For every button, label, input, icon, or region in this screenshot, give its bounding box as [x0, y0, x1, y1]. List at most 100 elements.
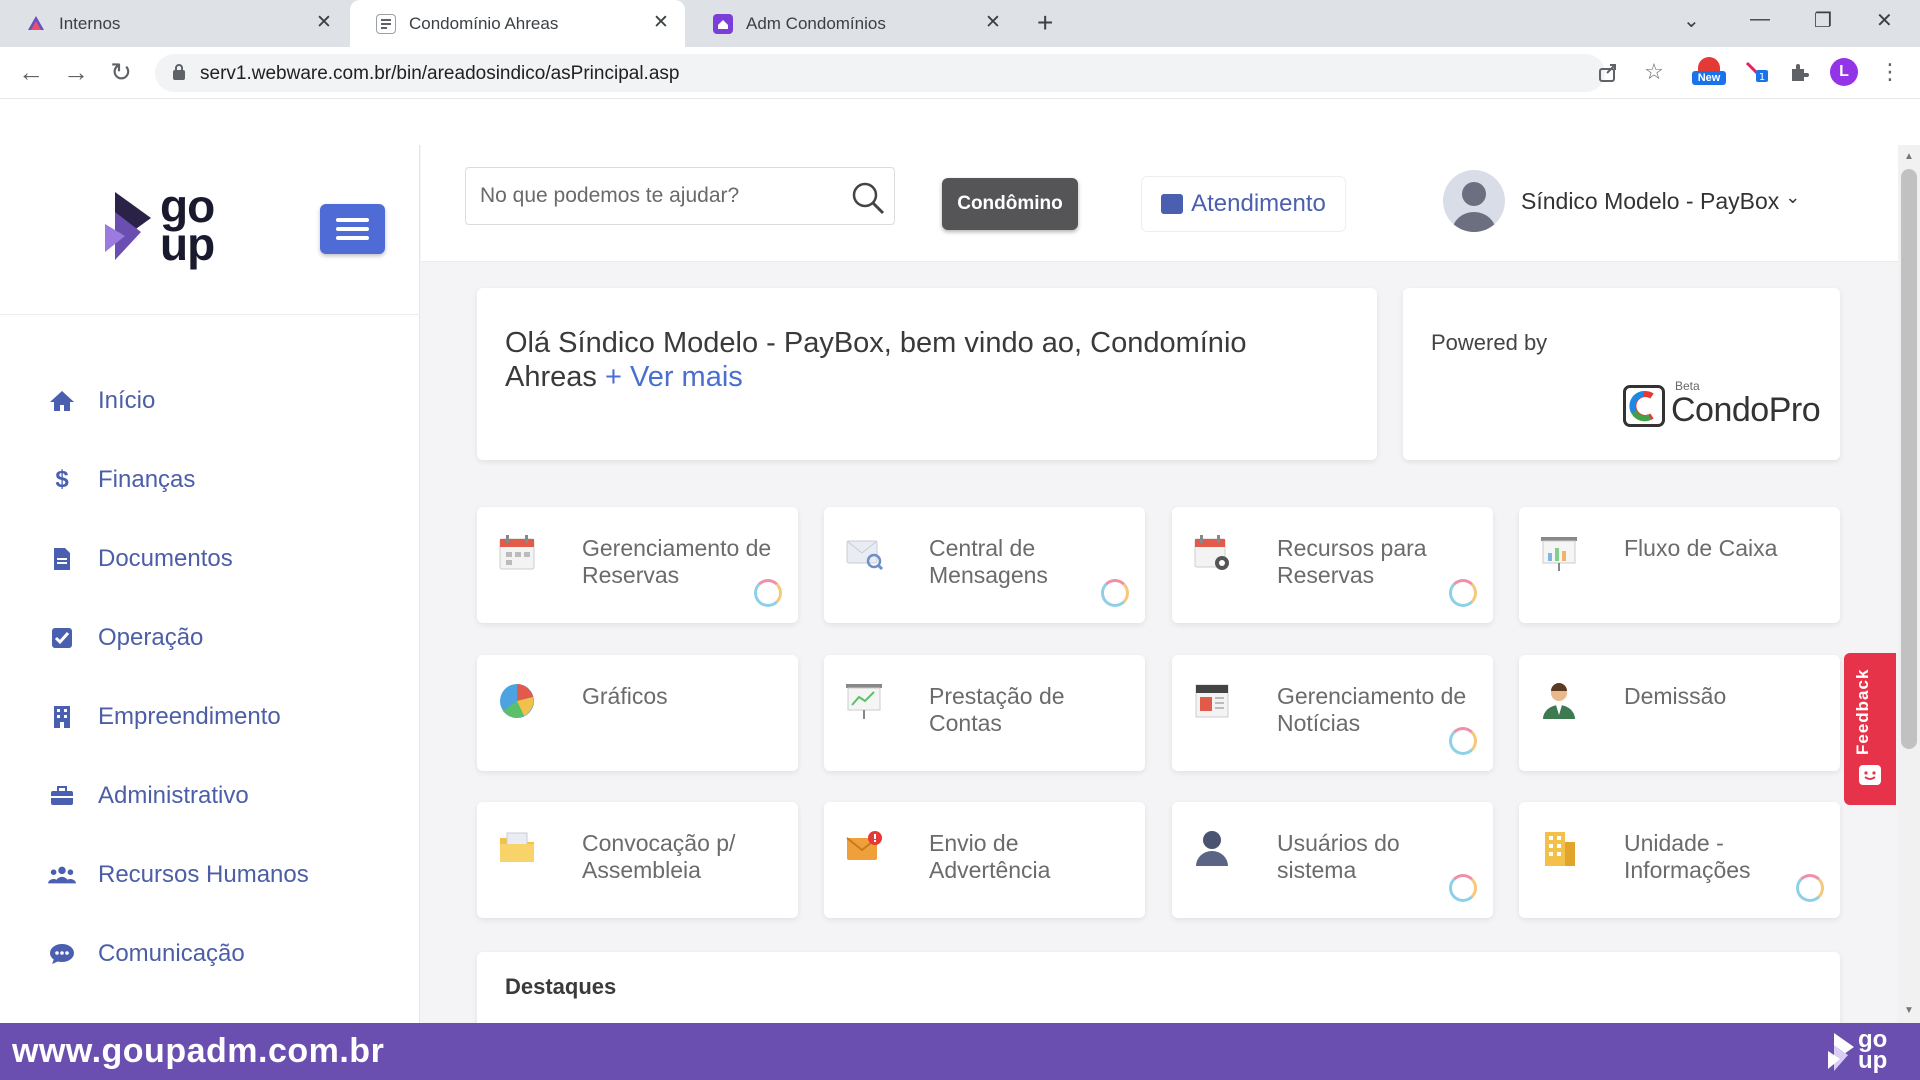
tab-internos[interactable]: Internos ✕: [0, 0, 348, 47]
shortcut-tile[interactable]: Fluxo de Caixa: [1519, 507, 1840, 623]
shortcut-tile[interactable]: Gráficos: [477, 655, 798, 771]
reload-icon[interactable]: ↻: [106, 57, 136, 87]
powered-by-card: Powered by Beta CondoPro: [1403, 288, 1840, 460]
feedback-label: Feedback: [1853, 668, 1872, 755]
document-favicon-icon: [376, 13, 396, 34]
cashflow-icon: [1541, 537, 1577, 571]
loading-spinner-icon: [1449, 727, 1477, 755]
new-tab-icon[interactable]: +: [1037, 9, 1053, 37]
close-tab-icon[interactable]: ✕: [651, 13, 671, 33]
user-name: Síndico Modelo - PayBox: [1521, 187, 1780, 214]
search-box: [465, 167, 895, 225]
logo-text: go up: [160, 183, 215, 267]
chat-icon: [48, 940, 76, 968]
condomino-button[interactable]: Condômino: [942, 178, 1078, 230]
atendimento-label: Atendimento: [1191, 190, 1326, 217]
tab-search-chevron-icon[interactable]: ⌄: [1683, 8, 1700, 33]
destaques-card: Destaques: [477, 952, 1840, 1023]
checkbox-icon: [48, 624, 76, 652]
url-text: serv1.webware.com.br/bin/areadosindico/a…: [200, 63, 680, 84]
sidebar-item-label: Empreendimento: [98, 703, 281, 730]
shortcut-tile[interactable]: Recursos para Reservas: [1172, 507, 1493, 623]
shortcut-tile-label: Gerenciamento de Notícias: [1277, 683, 1467, 736]
dollar-icon: $: [55, 466, 69, 493]
sidebar-item-financas[interactable]: $ Finanças: [48, 460, 195, 500]
extension-new-icon[interactable]: New: [1692, 57, 1726, 86]
logo-area: go up: [0, 145, 420, 315]
user-menu[interactable]: Síndico Modelo - PayBox ⌄: [1443, 169, 1800, 233]
shortcut-tile[interactable]: Usuários do sistema: [1172, 802, 1493, 918]
scroll-thumb[interactable]: [1901, 169, 1917, 749]
shortcut-tile[interactable]: Unidade - Informações: [1519, 802, 1840, 918]
condopro-logo-icon: [1623, 385, 1665, 427]
condopro-logo: Beta CondoPro: [1623, 379, 1821, 427]
shortcut-tile[interactable]: Demissão: [1519, 655, 1840, 771]
search-input[interactable]: [480, 178, 840, 214]
tab-adm-condominios[interactable]: Adm Condomínios ✕: [687, 0, 1017, 47]
hamburger-menu-button[interactable]: [320, 204, 385, 254]
close-window-icon[interactable]: ✕: [1876, 8, 1893, 33]
search-icon[interactable]: [850, 180, 886, 216]
shortcut-tile[interactable]: Envio de Advertência: [824, 802, 1145, 918]
profile-avatar[interactable]: L: [1830, 58, 1858, 86]
sidebar-item-label: Administrativo: [98, 782, 249, 809]
sidebar-item-documentos[interactable]: Documentos: [48, 539, 233, 579]
shortcut-tile-label: Convocação p/ Assembleia: [582, 830, 736, 883]
app-viewport: go up Início $ Finanças Documentos Opera…: [0, 145, 1898, 1023]
sidebar-item-administrativo[interactable]: Administrativo: [48, 776, 249, 816]
scroll-down-icon[interactable]: ▼: [1904, 1005, 1914, 1016]
browser-menu-icon[interactable]: ⋮: [1876, 58, 1904, 86]
sidebar-item-inicio[interactable]: Início: [48, 381, 155, 421]
shortcut-tile-label: Gráficos: [582, 683, 668, 709]
forward-arrow-icon[interactable]: →: [61, 57, 91, 87]
shortcut-tile[interactable]: Gerenciamento de Notícias: [1172, 655, 1493, 771]
shortcut-tile-label: Recursos para Reservas: [1277, 535, 1427, 588]
footer-logo-text: go up: [1858, 1028, 1887, 1073]
hamburger-line: [336, 227, 369, 231]
shortcut-tile[interactable]: Gerenciamento de Reservas: [477, 507, 798, 623]
news-icon: [1195, 684, 1229, 718]
restore-icon[interactable]: ❐: [1814, 8, 1832, 33]
loading-spinner-icon: [1449, 579, 1477, 607]
feedback-button[interactable]: Feedback: [1844, 653, 1896, 805]
extension-translate-icon[interactable]: 1: [1743, 58, 1771, 86]
shortcut-tile-label: Usuários do sistema: [1277, 830, 1400, 883]
bookmark-star-icon[interactable]: ☆: [1640, 58, 1668, 86]
pie-chart-icon: [500, 684, 534, 718]
shortcut-tile[interactable]: Convocação p/ Assembleia: [477, 802, 798, 918]
building-info-icon: [1545, 832, 1575, 866]
minimize-icon[interactable]: —: [1750, 8, 1770, 31]
sidebar-item-operacao[interactable]: Operação: [48, 618, 203, 658]
new-badge: New: [1692, 71, 1726, 85]
goup-logo-icon: [105, 192, 151, 260]
presentation-icon: [846, 684, 882, 719]
share-icon[interactable]: [1594, 58, 1622, 86]
calendar-settings-icon: [1194, 535, 1229, 570]
hamburger-line: [336, 218, 369, 222]
app-header: Condômino Atendimento Síndico Modelo - P…: [421, 145, 1898, 262]
sidebar-item-empreendimento[interactable]: Empreendimento: [48, 697, 281, 737]
footer-url: www.goupadm.com.br: [12, 1032, 385, 1070]
tab-label: Internos: [59, 13, 121, 33]
shortcut-tile-label: Unidade - Informações: [1624, 830, 1751, 883]
page-scrollbar[interactable]: ▲ ▼: [1898, 145, 1920, 1023]
back-arrow-icon[interactable]: ←: [16, 57, 46, 87]
close-tab-icon[interactable]: ✕: [983, 13, 1003, 33]
scroll-up-icon[interactable]: ▲: [1904, 151, 1914, 162]
atendimento-button[interactable]: Atendimento: [1141, 176, 1346, 232]
shortcut-tile[interactable]: Central de Mensagens: [824, 507, 1145, 623]
close-tab-icon[interactable]: ✕: [314, 13, 334, 33]
address-bar[interactable]: serv1.webware.com.br/bin/areadosindico/a…: [155, 54, 1605, 92]
ver-mais-link[interactable]: + Ver mais: [605, 361, 743, 393]
beta-label: Beta: [1675, 379, 1700, 393]
sidebar-item-recursos-humanos[interactable]: Recursos Humanos: [48, 855, 309, 895]
chevron-down-icon: ⌄: [1785, 186, 1801, 207]
tab-condominio-ahreas[interactable]: Condomínio Ahreas ✕: [350, 0, 685, 47]
sidebar-item-comunicacao[interactable]: Comunicação: [48, 934, 245, 974]
extensions-puzzle-icon[interactable]: [1785, 58, 1813, 86]
hamburger-line: [336, 236, 369, 240]
document-icon: [48, 545, 76, 573]
shortcut-tile-label: Prestação de Contas: [929, 683, 1065, 736]
shortcut-tile[interactable]: Prestação de Contas: [824, 655, 1145, 771]
internos-favicon-icon: [26, 14, 46, 34]
